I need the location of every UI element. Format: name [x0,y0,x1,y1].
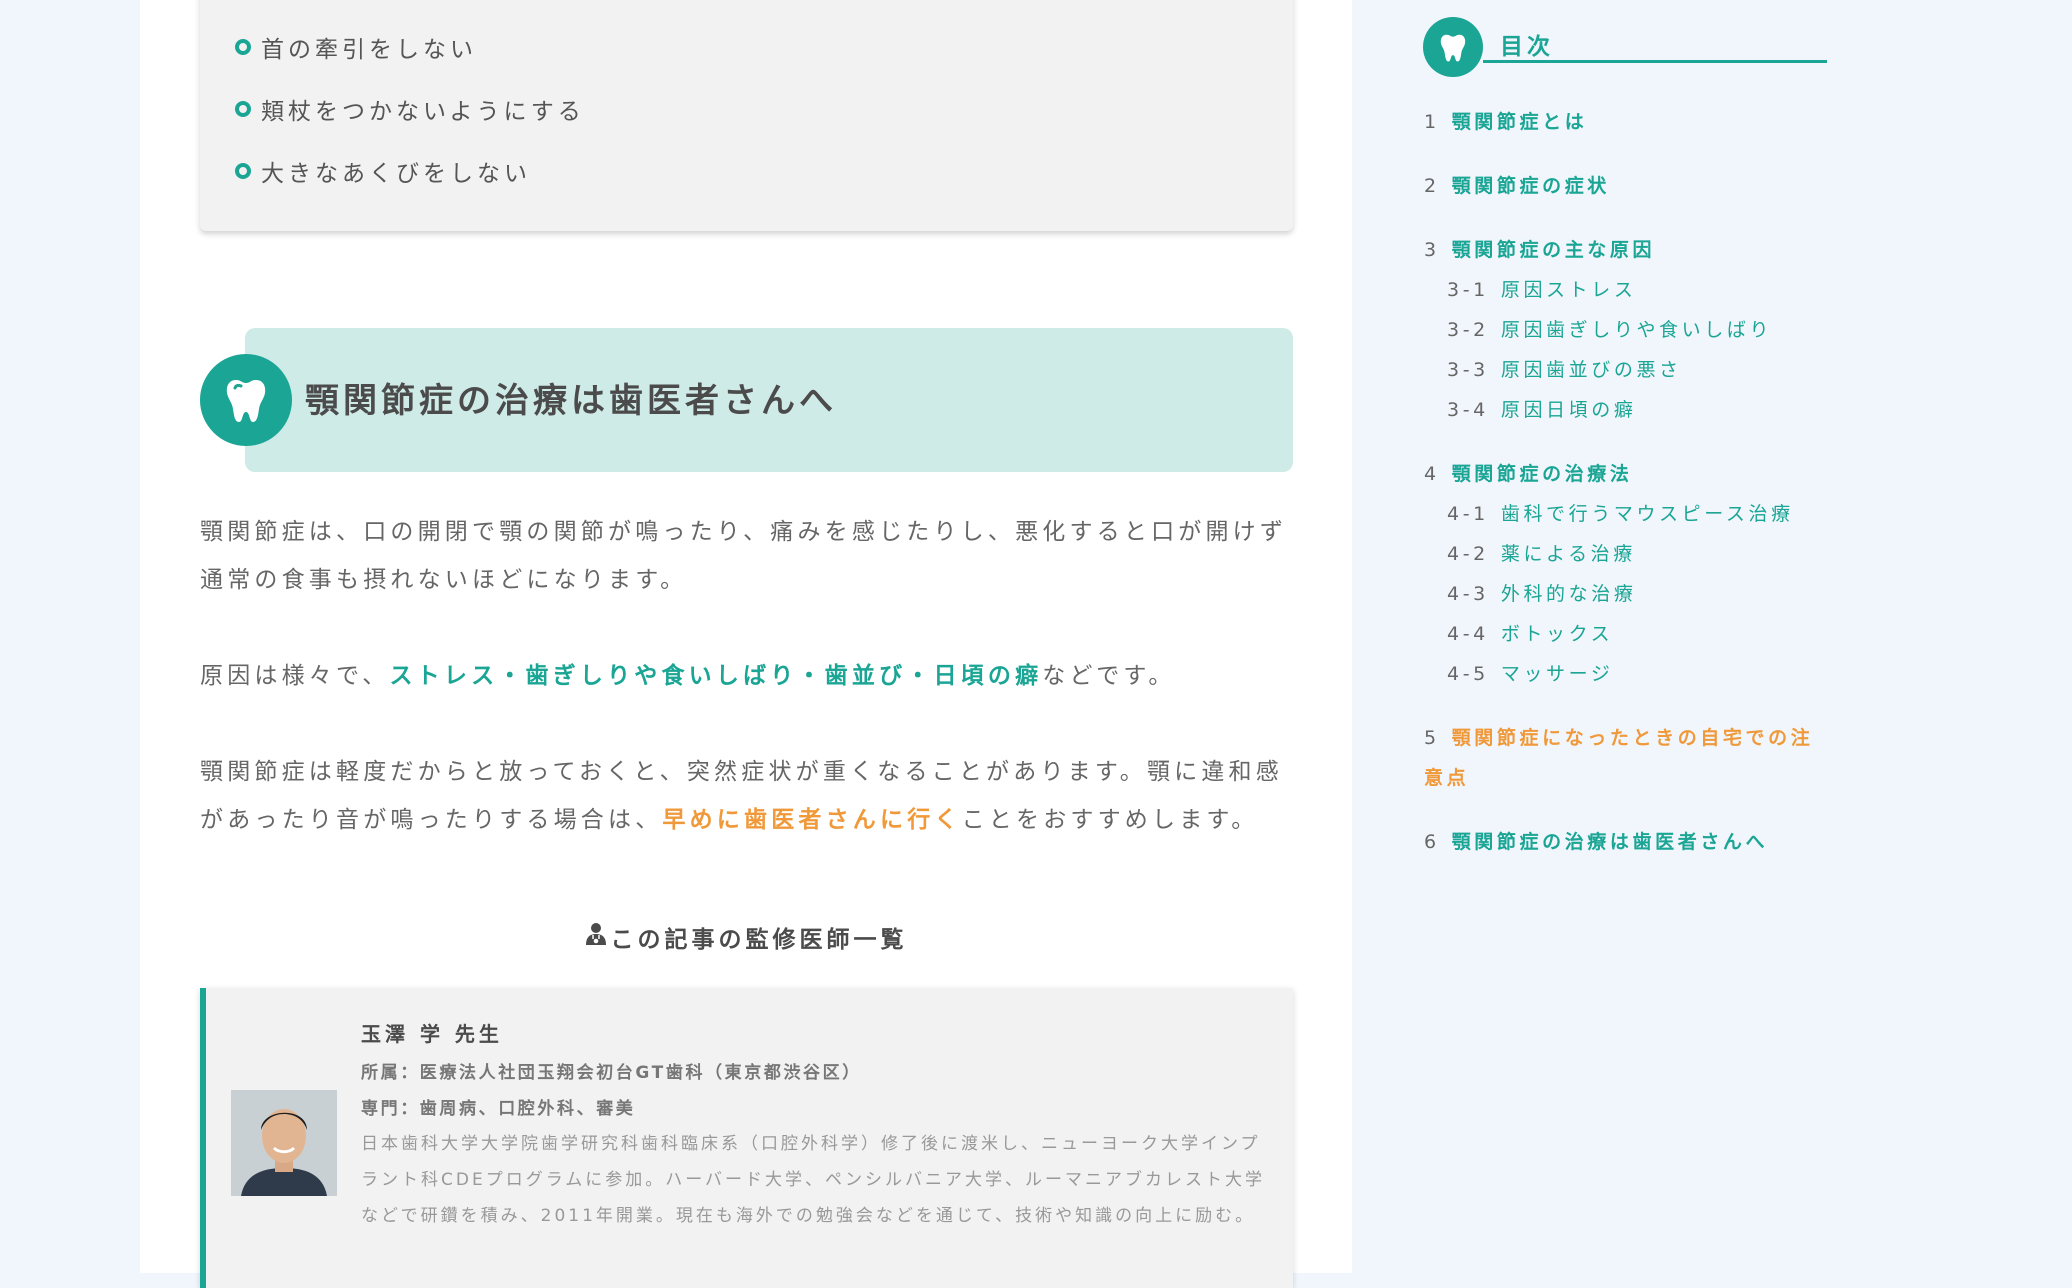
supervisor-heading: この記事の監修医師一覧 [140,920,1352,954]
bullet-circle-icon [235,163,251,179]
toc-title: 目次 [1500,34,1554,60]
list-item-text: 首の牽引をしない [261,37,477,63]
toc-item-3-4[interactable]: 3-4 原因日頃の癖 [1447,390,1636,430]
bullet-circle-icon [235,101,251,117]
toc-item-2[interactable]: 2 顎関節症の症状 [1424,166,1610,206]
toc-item-4-5[interactable]: 4-5 マッサージ [1447,654,1613,694]
list-item-text: 大きなあくびをしない [261,161,531,187]
list-item-text: 頬杖をつかないようにする [261,99,585,125]
toc-item-3[interactable]: 3 顎関節症の主な原因 [1424,230,1655,270]
bullet-circle-icon [235,39,251,55]
toc-item-6[interactable]: 6 顎関節症の治療は歯医者さんへ [1424,822,1768,862]
toc-item-3-1[interactable]: 3-1 原因ストレス [1447,270,1636,310]
doctor-card: 玉澤 学 先生 所属：医療法人社団玉翔会初台GT歯科（東京都渋谷区） 専門：歯周… [200,988,1293,1288]
doctor-bio: 日本歯科大学大学院歯学研究科歯科臨床系（口腔外科学）修了後に渡米し、ニューヨーク… [361,1134,1266,1226]
toc-item-3-2[interactable]: 3-2 原因歯ぎしりや食いしばり [1447,310,1772,350]
list-item: 大きなあくびをしない [235,154,531,188]
toc-item-4-4[interactable]: 4-4 ボトックス [1447,614,1613,654]
paragraph-text: 原因は様々で、 [200,663,390,689]
toc-item-5-continued[interactable]: 意点 [1424,758,1469,798]
highlight-text: 早めに歯医者さんに行く [662,807,962,833]
point-list-box: 首の牽引をしない 頬杖をつかないようにする 大きなあくびをしない [200,0,1293,231]
doctor-specialty: 専門：歯周病、口腔外科、審美 [361,1099,636,1119]
doctor-icon [585,922,607,952]
paragraph-text: などです。 [1042,663,1176,689]
list-item: 頬杖をつかないようにする [235,92,585,126]
toc-item-5[interactable]: 5 顎関節症になったときの自宅での注 [1424,718,1813,758]
paragraph: 顎関節症は軽度だからと放っておくと、突然症状が重くなることがあります。顎に違和感… [200,748,1293,844]
toc-item-4[interactable]: 4 顎関節症の治療法 [1424,454,1633,494]
list-item: 首の牽引をしない [235,30,477,64]
paragraph: 顎関節症は、口の開閉で顎の関節が鳴ったり、痛みを感じたりし、悪化すると口が開けず… [200,519,1288,593]
tooth-icon [1423,17,1483,77]
paragraph-text: ことをおすすめします。 [961,807,1259,833]
toc-item-4-1[interactable]: 4-1 歯科で行うマウスピース治療 [1447,494,1794,534]
toc-divider [1483,60,1827,63]
doctor-name: 玉澤 学 先生 [361,1022,503,1046]
toc-item-3-3[interactable]: 3-3 原因歯並びの悪さ [1447,350,1682,390]
toc-item-1[interactable]: 1 顎関節症とは [1424,102,1587,142]
tooth-icon [200,354,292,446]
article-column: 首の牽引をしない 頬杖をつかないようにする 大きなあくびをしない 顎関節症の治療… [140,0,1352,1288]
supervisor-heading-text: この記事の監修医師一覧 [610,927,908,953]
toc-item-4-3[interactable]: 4-3 外科的な治療 [1447,574,1636,614]
avatar [231,1090,337,1196]
paragraph: 原因は様々で、ストレス・歯ぎしりや食いしばり・歯並び・日頃の癖などです。 [200,652,1293,700]
doctor-affiliation: 所属：医療法人社団玉翔会初台GT歯科（東京都渋谷区） [361,1063,862,1083]
highlight-text: ストレス・歯ぎしりや食いしばり・歯並び・日頃の癖 [389,663,1043,689]
section-title: 顎関節症の治療は歯医者さんへ [305,381,837,421]
toc-item-4-2[interactable]: 4-2 薬による治療 [1447,534,1636,574]
